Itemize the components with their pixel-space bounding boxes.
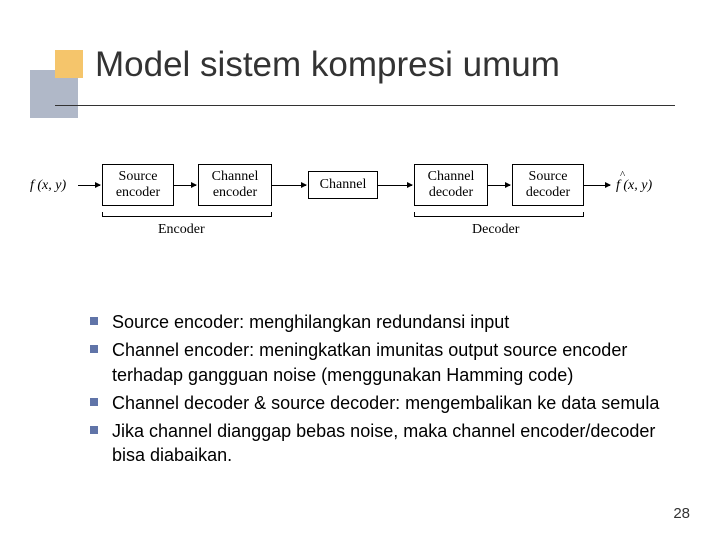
block-source-decoder: Source decoder xyxy=(512,164,584,206)
page-title: Model sistem kompresi umum xyxy=(95,45,560,85)
output-signal: f (x, y) xyxy=(616,178,652,194)
encoder-brace xyxy=(102,216,272,217)
block-line: decoder xyxy=(429,185,473,201)
input-signal: f (x, y) xyxy=(30,178,66,194)
arrow xyxy=(378,185,412,186)
block-line: Channel xyxy=(212,169,259,185)
block-source-encoder: Source encoder xyxy=(102,164,174,206)
arrow xyxy=(174,185,196,186)
block-line: encoder xyxy=(213,185,257,201)
decoration-square-small xyxy=(55,50,83,78)
block-line: Channel xyxy=(428,169,475,185)
block-diagram: f (x, y) Source encoder Channel encoder … xyxy=(30,150,690,270)
block-channel-encoder: Channel encoder xyxy=(198,164,272,206)
arrow xyxy=(272,185,306,186)
bullet-item: Channel decoder & source decoder: mengem… xyxy=(90,391,660,415)
bullet-item: Jika channel dianggap bebas noise, maka … xyxy=(90,419,660,468)
block-line: decoder xyxy=(526,185,570,201)
encoder-group-label: Encoder xyxy=(158,222,205,238)
block-line: Channel xyxy=(320,177,367,193)
page-number: 28 xyxy=(673,505,690,522)
block-line: encoder xyxy=(116,185,160,201)
title-rule xyxy=(55,105,675,106)
bullet-list: Source encoder: menghilangkan redundansi… xyxy=(90,310,660,472)
title-decoration xyxy=(30,50,100,120)
arrow xyxy=(78,185,100,186)
block-line: Source xyxy=(119,169,158,185)
decoder-group-label: Decoder xyxy=(472,222,519,238)
block-line: Source xyxy=(529,169,568,185)
arrow xyxy=(488,185,510,186)
decoder-brace xyxy=(414,216,584,217)
block-channel-decoder: Channel decoder xyxy=(414,164,488,206)
bullet-item: Channel encoder: meningkatkan imunitas o… xyxy=(90,338,660,387)
block-channel: Channel xyxy=(308,171,378,199)
bullet-item: Source encoder: menghilangkan redundansi… xyxy=(90,310,660,334)
arrow xyxy=(584,185,610,186)
